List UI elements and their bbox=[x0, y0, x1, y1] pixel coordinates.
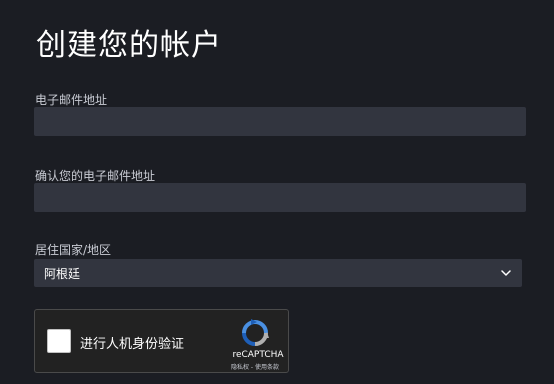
chevron-down-icon bbox=[500, 267, 512, 279]
recaptcha-checkbox[interactable] bbox=[47, 329, 71, 353]
email-label: 电子邮件地址 bbox=[35, 93, 108, 107]
confirm-email-field[interactable] bbox=[34, 183, 526, 212]
page-title: 创建您的帐户 bbox=[36, 28, 222, 63]
recaptcha-label: 进行人机身份验证 bbox=[80, 337, 185, 352]
recaptcha-links[interactable]: 隐私权 - 使用条款 bbox=[221, 362, 289, 371]
confirm-email-label: 确认您的电子邮件地址 bbox=[35, 169, 156, 183]
country-label: 居住国家/地区 bbox=[35, 243, 112, 257]
country-select[interactable]: 阿根廷 bbox=[34, 259, 522, 287]
recaptcha-brand: reCAPTCHA bbox=[232, 350, 284, 360]
recaptcha-logo-icon bbox=[240, 318, 270, 348]
country-select-value: 阿根廷 bbox=[44, 266, 81, 281]
email-field[interactable] bbox=[34, 107, 526, 136]
recaptcha-widget: 进行人机身份验证 reCAPTCHA 隐私权 - 使用条款 bbox=[34, 309, 289, 373]
